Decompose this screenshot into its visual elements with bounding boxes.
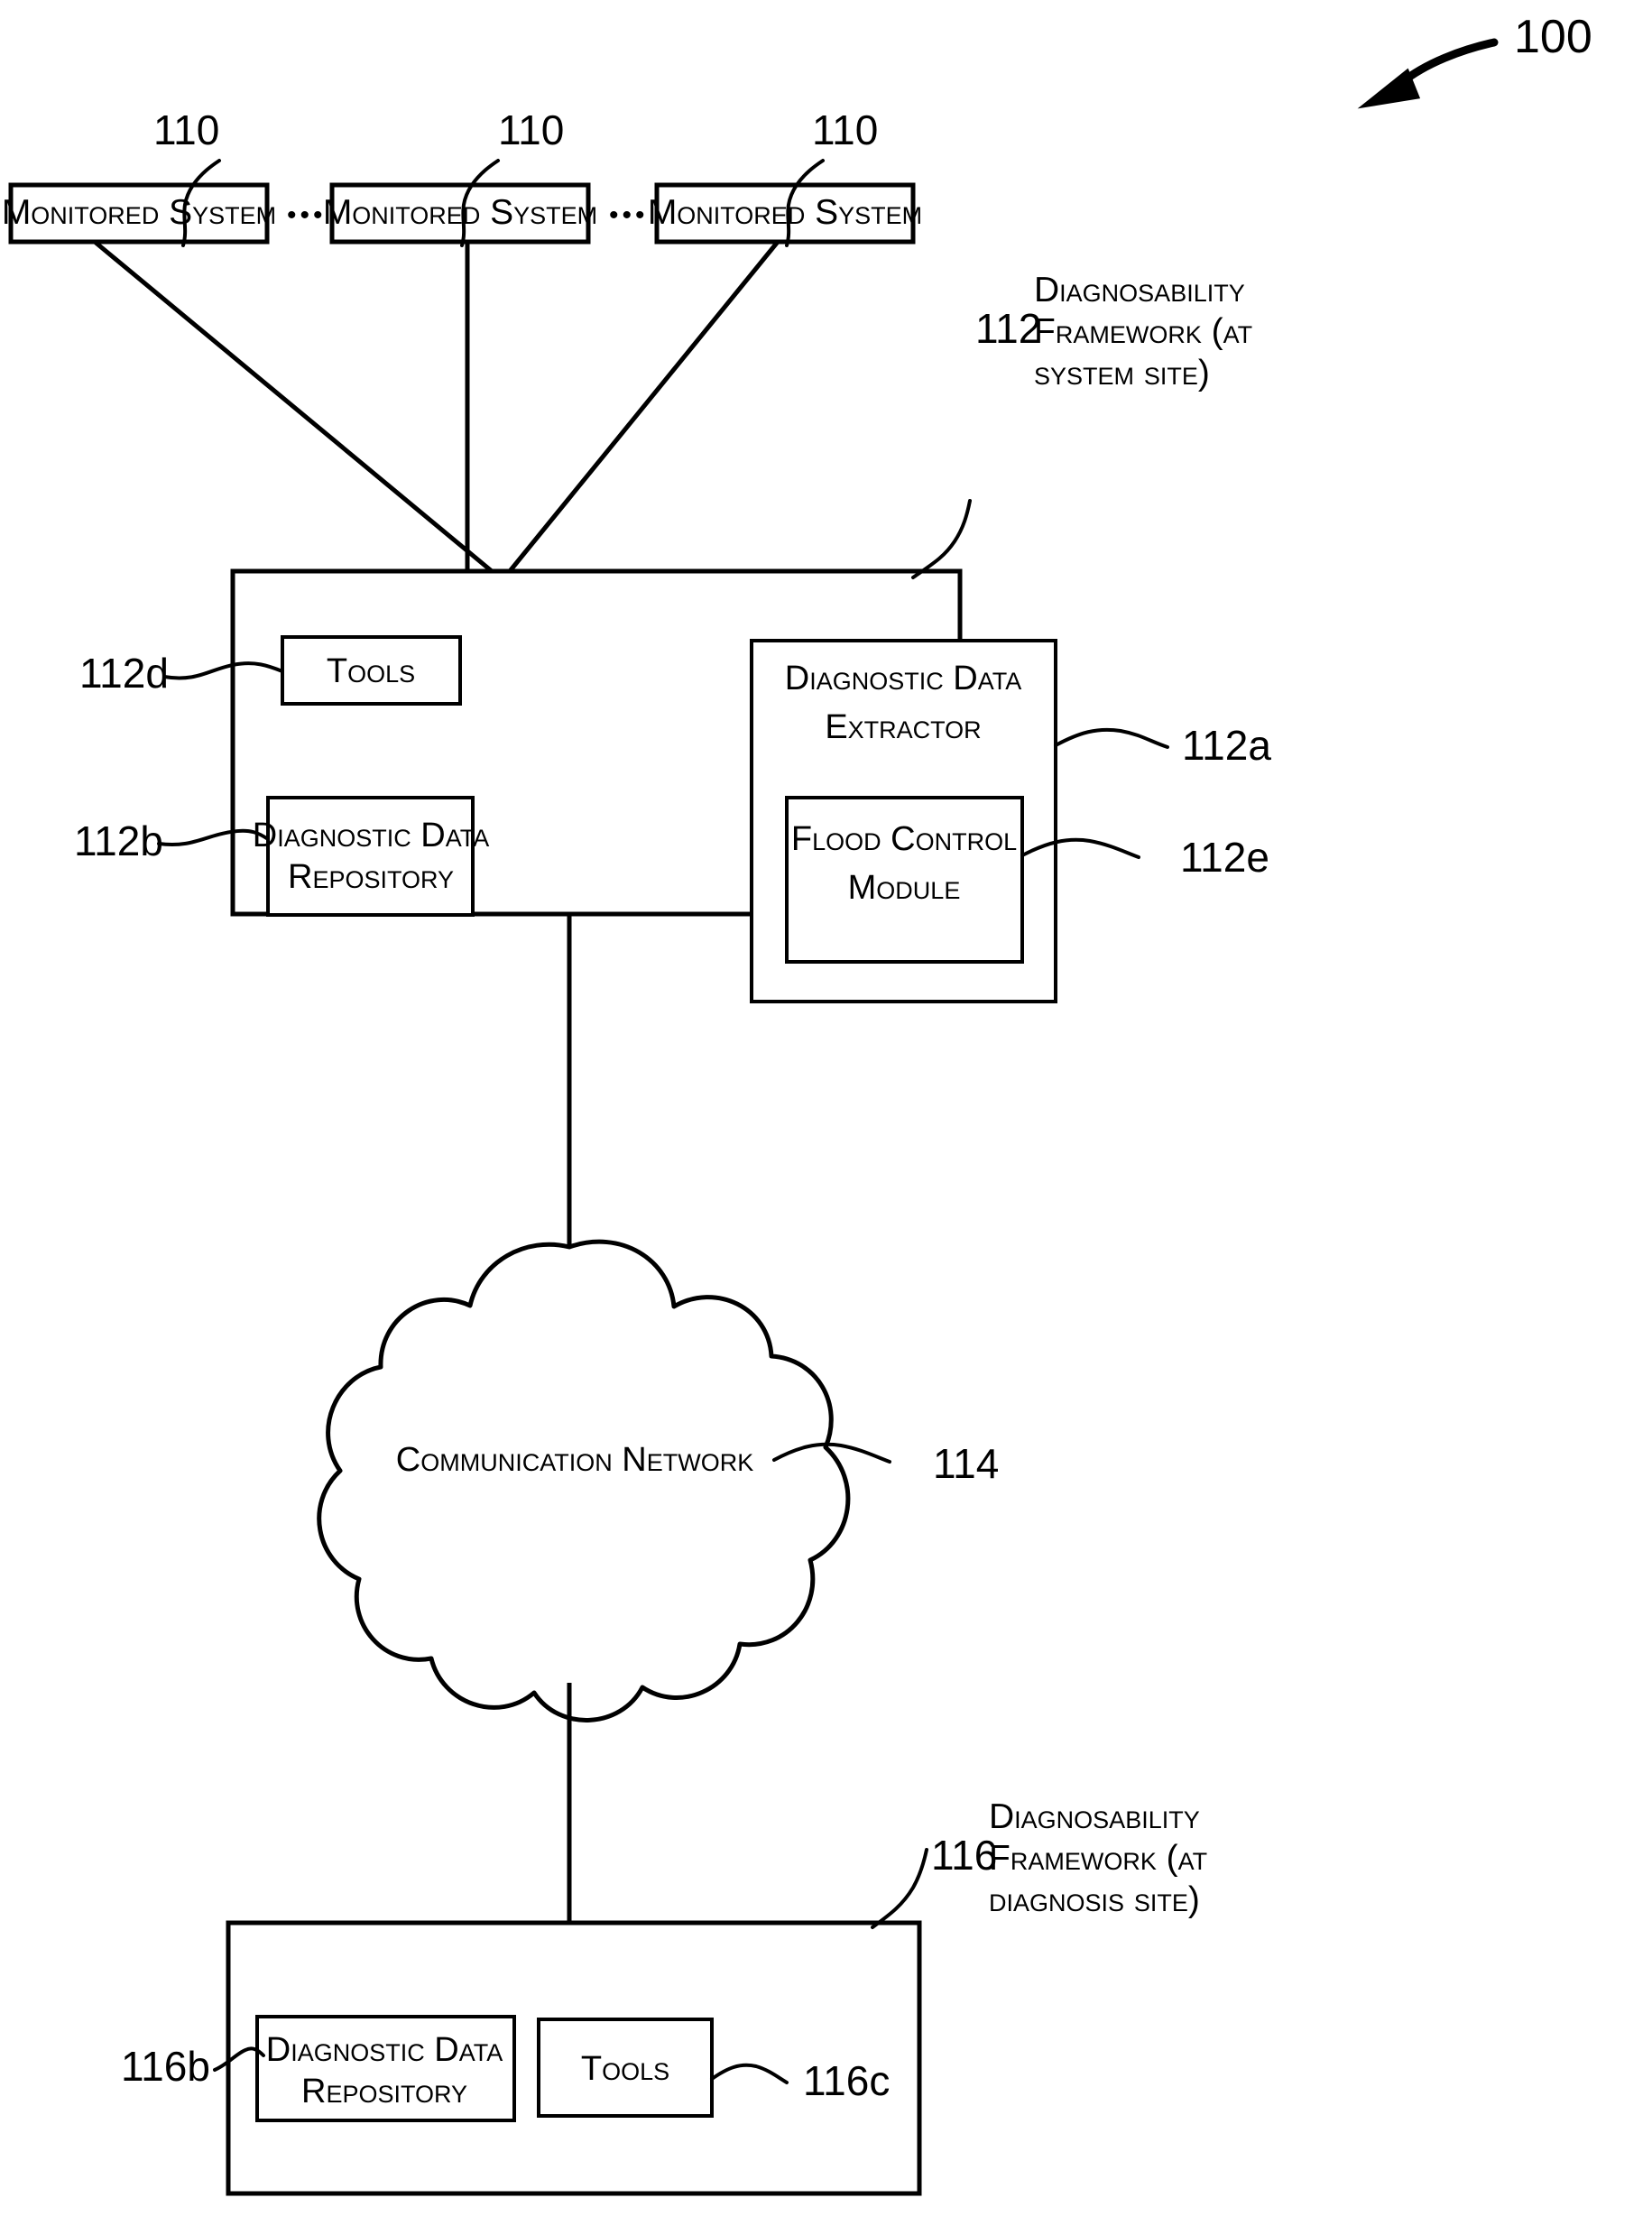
ref-leader-116 — [871, 1848, 928, 1929]
figure-arrow-head — [1357, 68, 1421, 109]
ref-110-3: 110 — [812, 106, 878, 153]
monitored-system-label-3: Monitored System — [648, 193, 922, 232]
figure-ref-arrow — [1357, 38, 1499, 109]
ref-116: 116 — [931, 1832, 997, 1879]
ref-112b: 112b — [74, 817, 163, 864]
ref-112: 112 — [975, 305, 1041, 352]
framework-caption-system-line2: Framework (at — [1034, 312, 1252, 351]
ref-110-2: 110 — [498, 106, 564, 153]
connector-ms1-to-framework — [93, 240, 494, 573]
monitored-system-label-2: Monitored System — [323, 193, 597, 232]
ref-116c: 116c — [803, 2057, 890, 2104]
ref-110-1: 110 — [153, 106, 219, 153]
connector-ms3-to-framework — [508, 240, 780, 573]
extractor-label-line2: Extractor — [825, 708, 981, 746]
figure-arrow-shaft — [1397, 38, 1499, 88]
ref-112d: 112d — [79, 650, 169, 697]
repository-label-system-line1: Diagnostic Data — [253, 817, 489, 854]
diagnostic-data-repository-box-system-site[interactable] — [266, 796, 475, 917]
framework-caption-diagnosis-line1: Diagnosability — [989, 1797, 1200, 1836]
framework-caption-diagnosis-line3: diagnosis site) — [989, 1880, 1200, 1919]
framework-caption-system-line1: Diagnosability — [1034, 271, 1245, 309]
repository-label-system-line2: Repository — [288, 858, 454, 896]
ref-leader-112 — [911, 499, 972, 579]
framework-caption-diagnosis-line2: Framework (at — [989, 1839, 1207, 1878]
ref-leader-112a — [1054, 727, 1169, 749]
ref-112e: 112e — [1180, 834, 1269, 881]
communication-network-cloud[interactable] — [317, 1239, 851, 1722]
ellipsis-1: ••• — [287, 200, 327, 230]
ellipsis-2: ••• — [609, 200, 649, 230]
extractor-label-line1: Diagnostic Data — [785, 660, 1021, 697]
tools-label-system-site: Tools — [327, 652, 415, 690]
tools-label-diagnosis-site: Tools — [581, 2050, 669, 2088]
figure-canvas: 100 Monitored System 110 ••• Monitored S… — [2, 11, 1592, 2196]
repository-label-diagnosis-line1: Diagnostic Data — [266, 2031, 503, 2069]
flood-control-label-line2: Module — [848, 869, 961, 907]
monitored-system-label-1: Monitored System — [2, 193, 276, 232]
repository-label-diagnosis-line2: Repository — [301, 2073, 467, 2110]
communication-network-label: Communication Network — [396, 1441, 753, 1479]
ref-114: 114 — [933, 1440, 999, 1487]
flood-control-label-line1: Flood Control — [791, 820, 1017, 858]
ref-112a: 112a — [1182, 722, 1271, 769]
figure-ref-100: 100 — [1514, 11, 1592, 63]
patent-figure: 100 Monitored System 110 ••• Monitored S… — [0, 0, 1652, 2235]
ref-116b: 116b — [121, 2043, 210, 2090]
framework-caption-system-line3: system site) — [1034, 354, 1210, 393]
